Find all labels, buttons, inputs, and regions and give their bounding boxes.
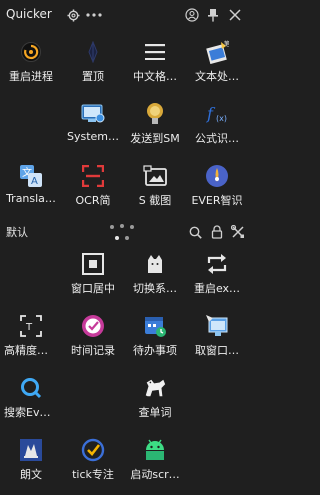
svg-text:T: T: [25, 322, 33, 333]
action-search-everything[interactable]: 搜索Ev…: [0, 368, 62, 430]
action-restart-process[interactable]: 重启进程: [0, 32, 62, 94]
section-bar: 默认: [0, 222, 250, 242]
text-process-icon: 笔: [205, 40, 229, 64]
window-center-icon: [81, 252, 105, 276]
switch-system-icon: [143, 252, 167, 276]
action-tick-focus[interactable]: tick专注: [62, 430, 124, 492]
action-ever[interactable]: EVER智识: [186, 156, 248, 218]
action-pin-on-top[interactable]: 置顶: [62, 32, 124, 94]
action-label: OCR简: [75, 194, 111, 207]
action-chinese-format[interactable]: 中文格…: [124, 32, 186, 94]
restart-process-icon: [19, 40, 43, 64]
system-monitor-icon: [81, 102, 105, 126]
page-dot-3[interactable]: [130, 225, 134, 229]
action-label: 置顶: [82, 70, 104, 83]
action-switch-system[interactable]: 切换系…: [124, 244, 186, 306]
longman-icon: [19, 438, 43, 462]
action-translate[interactable]: 文A Transla…: [0, 156, 62, 218]
action-window-center[interactable]: 窗口居中: [62, 244, 124, 306]
more-icon[interactable]: [86, 7, 102, 23]
time-record-icon: [81, 314, 105, 338]
action-label: 取窗口…: [195, 344, 239, 357]
dictionary-icon: [143, 376, 167, 400]
action-formula[interactable]: f (x) 公式识…: [186, 94, 248, 156]
pin-on-top-icon: [81, 40, 105, 64]
search-everything-icon: [19, 376, 43, 400]
tick-focus-icon: [81, 438, 105, 462]
action-longman[interactable]: 朗文: [0, 430, 62, 492]
lock-icon[interactable]: [210, 225, 224, 239]
action-launch-scrcpy[interactable]: 启动scr…: [124, 430, 186, 492]
action-time-record[interactable]: 时间记录: [62, 306, 124, 368]
translate-icon: 文A: [19, 164, 43, 188]
section-label[interactable]: 默认: [6, 224, 28, 240]
page-dot-4[interactable]: [115, 236, 119, 240]
action-label: 重启进程: [9, 70, 53, 83]
action-label: 中文格…: [133, 70, 177, 83]
ocr-icon: [81, 164, 105, 188]
svg-text:A: A: [31, 176, 38, 187]
send-to-sm-icon: [143, 102, 167, 126]
settings-icon[interactable]: [65, 7, 81, 23]
svg-text:笔: 笔: [224, 40, 229, 48]
account-icon[interactable]: [184, 7, 200, 23]
action-label: 启动scr…: [130, 468, 180, 481]
action-restart-explorer[interactable]: 重启ex…: [186, 244, 248, 306]
title-bar: Quicker: [0, 0, 250, 30]
action-label: 高精度…: [4, 344, 48, 357]
action-label: EVER智识: [191, 194, 243, 207]
high-precision-icon: T: [19, 314, 43, 338]
launch-scrcpy-icon: [143, 438, 167, 462]
action-text-process[interactable]: 笔 文本处…: [186, 32, 248, 94]
svg-text:f: f: [206, 104, 216, 123]
action-label: 文本处…: [195, 70, 239, 83]
action-label: 发送到SM: [130, 132, 180, 145]
todo-icon: [143, 314, 167, 338]
tools-icon[interactable]: [231, 225, 245, 239]
search-icon[interactable]: [188, 225, 202, 239]
action-label: Transla…: [6, 192, 56, 205]
action-send-to-sm[interactable]: 发送到SM: [124, 94, 186, 156]
svg-text:(x): (x): [216, 114, 227, 123]
action-label: 公式识…: [195, 132, 239, 145]
close-icon[interactable]: [227, 7, 243, 23]
action-label: 重启ex…: [193, 282, 241, 295]
action-label: 查单词: [138, 406, 172, 419]
action-label: 待办事项: [133, 344, 177, 357]
menu-lines-icon: [143, 40, 167, 64]
app-title: Quicker: [6, 7, 52, 21]
ever-icon: [205, 164, 229, 188]
action-label: 切换系…: [133, 282, 177, 295]
action-label: tick专注: [72, 468, 114, 481]
page-dot-2[interactable]: [120, 224, 124, 228]
action-label: 窗口居中: [71, 282, 115, 295]
get-window-icon: [205, 314, 229, 338]
pin-icon[interactable]: [205, 7, 221, 23]
action-get-window[interactable]: 取窗口…: [186, 306, 248, 368]
action-label: 时间记录: [71, 344, 115, 357]
action-screenshot[interactable]: S 截图: [124, 156, 186, 218]
screenshot-icon: [143, 164, 167, 188]
action-ocr[interactable]: OCR简: [62, 156, 124, 218]
action-label: 朗文: [20, 468, 42, 481]
page-dot-5[interactable]: [125, 236, 129, 240]
action-label: 搜索Ev…: [4, 406, 51, 419]
action-dictionary[interactable]: 查单词: [124, 368, 186, 430]
restart-explorer-icon: [205, 252, 229, 276]
action-label: S 截图: [138, 194, 172, 207]
action-todo[interactable]: 待办事项: [124, 306, 186, 368]
action-system[interactable]: System…: [62, 94, 124, 156]
page-dot-1[interactable]: [110, 225, 114, 229]
action-label: System…: [66, 130, 120, 143]
action-high-precision[interactable]: T 高精度…: [0, 306, 62, 368]
formula-icon: f (x): [205, 102, 229, 126]
